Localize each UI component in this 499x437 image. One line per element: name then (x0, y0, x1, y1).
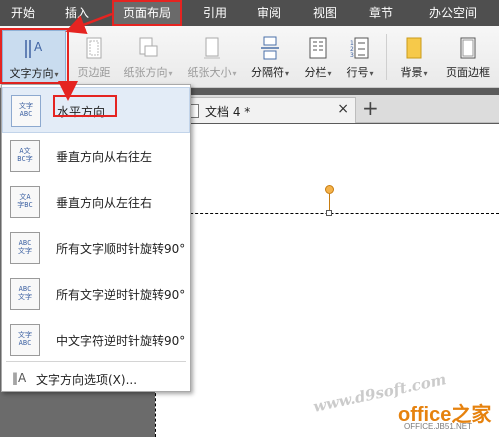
background-button[interactable]: 背景▾ (392, 30, 436, 84)
document-tab-strip: 文档 4 * × + (160, 95, 499, 123)
vertical-rtl-text-icon: A文 BC字 (10, 140, 40, 172)
selection-handle[interactable] (326, 210, 332, 216)
text-direction-options-item[interactable]: ‖A 文字方向选项(X)... (2, 366, 190, 390)
paper-orientation-icon (139, 37, 158, 57)
dropdown-item-vertical-ltr[interactable]: 文A 字BC 垂直方向从左往右 (2, 179, 190, 225)
page-border-button[interactable]: 页面边框 (440, 30, 496, 84)
tab-review[interactable]: 审阅 (250, 0, 288, 26)
tab-insert[interactable]: 插入 (58, 0, 96, 26)
tab-start[interactable]: 开始 (4, 0, 42, 26)
paper-orientation-label: 纸张方向 (123, 66, 168, 79)
columns-label: 分栏 (304, 66, 327, 79)
cjk-rotate-ccw-text-icon: 文字 ABC (10, 324, 40, 356)
svg-text:3: 3 (350, 52, 354, 59)
background-icon (406, 37, 422, 59)
line-number-icon: 1 2 3 (350, 37, 369, 59)
caret-icon: ▾ (423, 69, 428, 78)
separator-button[interactable]: 分隔符▾ (244, 30, 296, 84)
rotation-handle[interactable] (325, 185, 334, 194)
tab-view[interactable]: 视图 (306, 0, 344, 26)
rotation-stem (329, 194, 330, 211)
caret-icon: ▾ (284, 69, 289, 78)
rotate-cw-text-icon: ABC 文字 (10, 232, 40, 264)
page-border-icon (460, 37, 476, 59)
watermark-subtitle: OFFICE.JB51.NET (404, 422, 473, 431)
document-tab[interactable]: 文档 4 * × (180, 97, 356, 123)
line-number-button[interactable]: 1 2 3 行号▾ (340, 30, 380, 84)
dropdown-item-vertical-rtl[interactable]: A文 BC字 垂直方向从右往左 (2, 133, 190, 179)
paper-size-label: 纸张大小 (187, 66, 232, 79)
horizontal-text-icon: 文字 ABC (11, 95, 41, 127)
margin-line (155, 388, 156, 437)
tab-office-space[interactable]: 办公空间 (420, 0, 486, 26)
rotate-ccw-text-icon: ABC 文字 (10, 278, 40, 310)
separator-icon (261, 36, 279, 60)
dropdown-item-rotate-ccw[interactable]: ABC 文字 所有文字逆时针旋转90° (2, 271, 190, 317)
dropdown-divider (6, 361, 186, 362)
page-border-label: 页面边框 (446, 66, 490, 79)
text-direction-options-label: 文字方向选项(X)... (36, 373, 138, 387)
paper-size-button[interactable]: 纸张大小▾ (182, 30, 242, 84)
caret-icon: ▾ (232, 69, 237, 78)
separator-label: 分隔符 (250, 66, 284, 79)
document-tab-title: 文档 4 * (205, 105, 251, 119)
paper-orientation-button[interactable]: 纸张方向▾ (118, 30, 178, 84)
caret-icon: ▾ (168, 69, 173, 78)
dropdown-item-cjk-rotate-ccw[interactable]: 文字 ABC 中文字符逆时针旋转90° (2, 317, 190, 363)
tab-sections[interactable]: 章节 (362, 0, 400, 26)
ribbon-divider (386, 34, 387, 80)
line-number-label: 行号 (346, 66, 369, 79)
tab-references[interactable]: 引用 (196, 0, 234, 26)
text-direction-dropdown: 文字 ABC 水平方向 A文 BC字 垂直方向从右往左 文A 字BC 垂直方向从左往右… (1, 84, 191, 392)
page-margin-icon (86, 37, 102, 59)
caret-icon: ▾ (369, 69, 374, 78)
columns-button[interactable]: 分栏▾ (298, 30, 338, 84)
page-margin-button[interactable]: 页边距 (72, 30, 116, 84)
add-tab-icon[interactable]: + (362, 96, 379, 120)
ribbon-toolbar: A 文字方向▾ 页边距 纸张方向▾ 纸张大小▾ 分隔符▾ 分栏▾ 1 2 3 行… (0, 26, 499, 88)
vertical-ltr-text-icon: 文A 字BC (10, 186, 40, 218)
tab-page-layout[interactable]: 页面布局 (112, 0, 182, 26)
menu-bar: 开始 插入 页面布局 引用 审阅 视图 章节 办公空间 (0, 0, 499, 26)
close-icon[interactable]: × (337, 101, 349, 117)
page-margin-label: 页边距 (77, 66, 111, 79)
text-direction-highlight (0, 28, 69, 84)
dropdown-item-label: 所有文字顺时针旋转90° (56, 242, 186, 256)
background-label: 背景 (400, 66, 423, 79)
dropdown-item-label: 垂直方向从左往右 (56, 196, 153, 210)
paper-size-icon (204, 37, 220, 59)
document-page[interactable] (155, 124, 499, 437)
dropdown-item-label: 中文字符逆时针旋转90° (56, 334, 186, 348)
options-icon: ‖A (12, 371, 27, 385)
dropdown-item-label: 垂直方向从右往左 (56, 150, 153, 164)
dropdown-item-label: 所有文字逆时针旋转90° (56, 288, 186, 302)
dropdown-item-rotate-cw[interactable]: ABC 文字 所有文字顺时针旋转90° (2, 225, 190, 271)
horizontal-option-highlight (53, 95, 117, 117)
columns-icon (309, 37, 327, 59)
caret-icon: ▾ (327, 69, 332, 78)
